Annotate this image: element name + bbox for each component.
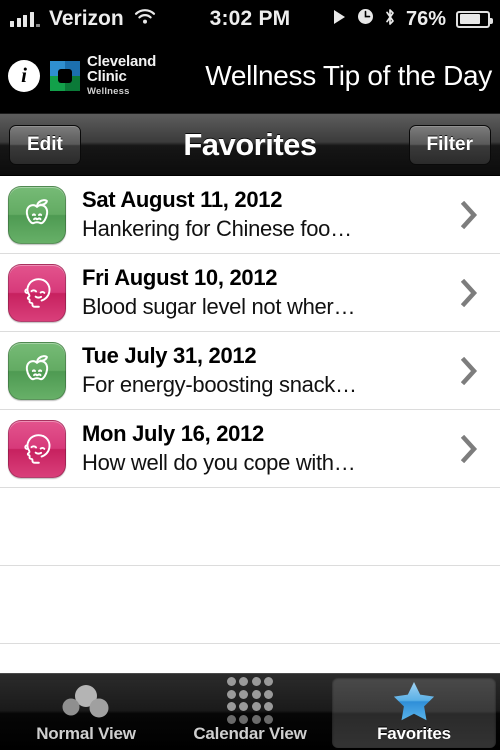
wifi-icon xyxy=(133,8,157,31)
logo-wordmark: Cleveland Clinic Wellness xyxy=(87,54,189,97)
row-date: Tue July 31, 2012 xyxy=(82,342,257,368)
favorites-list: Sat August 11, 2012 Hankering for Chines… xyxy=(0,176,500,722)
app-screen: Verizon 3:02 PM 76% i Cleveland Clinic W… xyxy=(0,0,500,750)
tab-label: Favorites xyxy=(377,723,451,743)
logo-sub: Wellness xyxy=(87,86,130,98)
table-row[interactable]: Tue July 31, 2012 For energy-boosting sn… xyxy=(0,332,500,410)
brand-header: i Cleveland Clinic Wellness Wellness Tip… xyxy=(0,38,500,114)
app-title: Wellness Tip of the Day xyxy=(205,59,492,91)
row-text: Mon July 16, 2012 How well do you cope w… xyxy=(82,421,453,477)
star-icon xyxy=(393,681,435,720)
dot-grid-icon xyxy=(226,677,274,724)
chevron-right-icon xyxy=(461,356,478,385)
tab-favorites[interactable]: Favorites xyxy=(332,677,496,748)
cleveland-clinic-logo: Cleveland Clinic Wellness xyxy=(50,54,189,97)
status-bar: Verizon 3:02 PM 76% xyxy=(0,0,500,38)
filter-button[interactable]: Filter xyxy=(408,124,491,165)
empty-list-row xyxy=(0,488,500,566)
head-face-icon xyxy=(8,419,66,478)
table-row[interactable]: Fri August 10, 2012 Blood sugar level no… xyxy=(0,254,500,332)
tab-label: Normal View xyxy=(36,723,136,743)
row-snippet: Hankering for Chinese foo… xyxy=(82,215,352,241)
logo-name: Cleveland Clinic xyxy=(87,53,157,86)
bubbles-icon xyxy=(60,682,112,720)
row-date: Fri August 10, 2012 xyxy=(82,264,278,290)
chevron-right-icon xyxy=(461,200,478,229)
row-text: Sat August 11, 2012 Hankering for Chines… xyxy=(82,187,453,243)
row-snippet: For energy-boosting snack… xyxy=(82,371,357,397)
row-snippet: Blood sugar level not wher… xyxy=(82,293,356,319)
apple-icon xyxy=(8,185,66,244)
row-snippet: How well do you cope with… xyxy=(82,449,356,475)
tab-bar: Normal View Calendar View Favorites xyxy=(0,673,500,750)
table-row[interactable]: Mon July 16, 2012 How well do you cope w… xyxy=(0,410,500,488)
status-bar-left: Verizon xyxy=(10,7,157,31)
row-date: Sat August 11, 2012 xyxy=(82,186,283,212)
row-text: Tue July 31, 2012 For energy-boosting sn… xyxy=(82,343,453,399)
row-text: Fri August 10, 2012 Blood sugar level no… xyxy=(82,265,453,321)
play-icon xyxy=(333,9,347,30)
navigation-bar: Edit Favorites Filter xyxy=(0,114,500,176)
cleveland-clinic-mark-icon xyxy=(50,60,80,91)
tab-calendar-view[interactable]: Calendar View xyxy=(168,677,332,748)
tab-normal-view[interactable]: Normal View xyxy=(4,677,168,748)
bluetooth-icon xyxy=(384,8,396,31)
row-date: Mon July 16, 2012 xyxy=(82,420,264,446)
edit-button[interactable]: Edit xyxy=(9,124,81,165)
tab-label: Calendar View xyxy=(193,723,307,743)
signal-bars-icon xyxy=(10,11,40,27)
apple-icon xyxy=(8,341,66,400)
battery-percent-label: 76% xyxy=(405,7,446,30)
info-icon[interactable]: i xyxy=(8,59,40,92)
battery-icon xyxy=(456,10,493,28)
head-face-icon xyxy=(8,263,66,322)
table-row[interactable]: Sat August 11, 2012 Hankering for Chines… xyxy=(0,176,500,254)
carrier-label: Verizon xyxy=(49,7,124,30)
alarm-clock-icon xyxy=(357,8,374,30)
chevron-right-icon xyxy=(461,434,478,463)
empty-list-row xyxy=(0,566,500,644)
status-bar-right: 76% xyxy=(333,7,493,31)
chevron-right-icon xyxy=(461,278,478,307)
